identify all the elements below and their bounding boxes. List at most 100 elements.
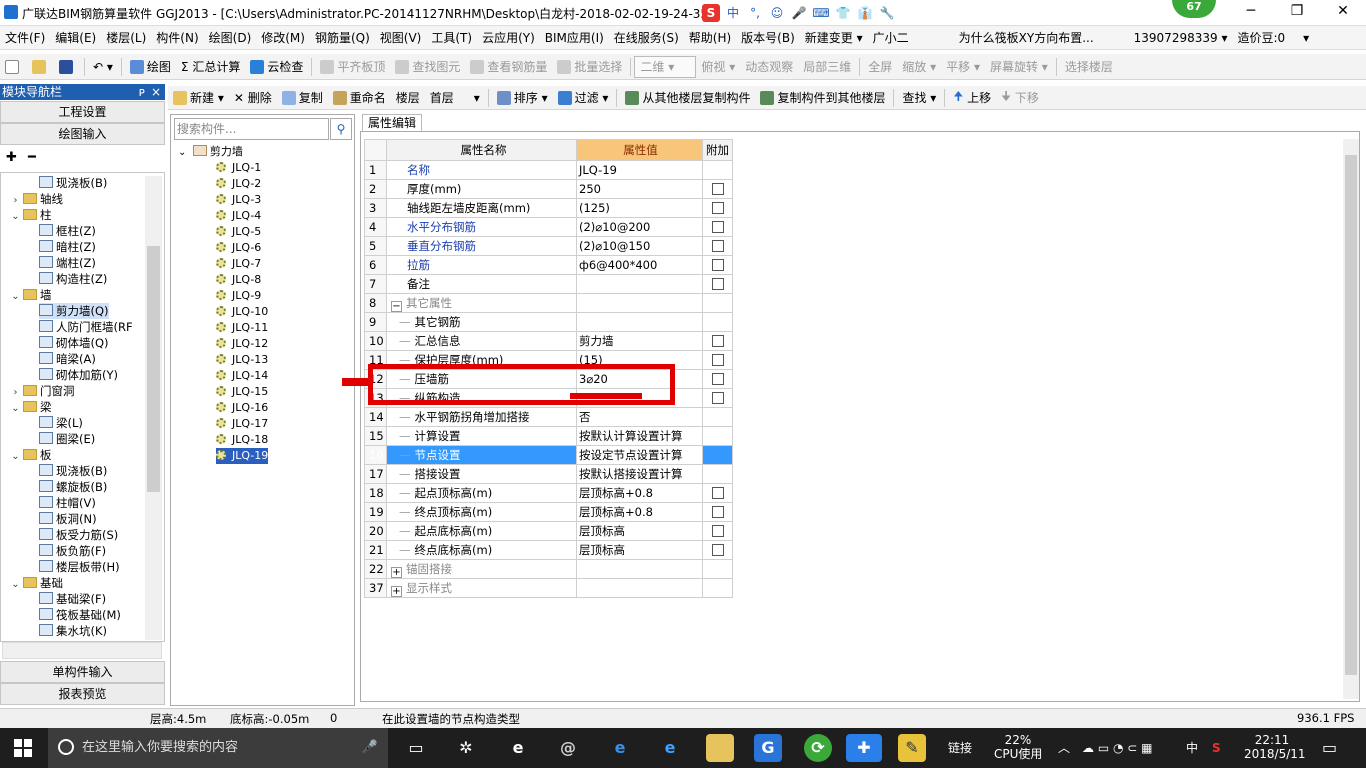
list-item[interactable]: JLQ-10 (216, 304, 268, 320)
new-component-button[interactable]: 新建 ▾ (168, 87, 229, 109)
nav-tree-item[interactable]: ⌄ 柱 (11, 207, 51, 223)
ggj-app-icon[interactable]: ✚ (846, 734, 882, 762)
menu-new-change[interactable]: 新建变更 ▾ (800, 29, 868, 46)
nav-tree-item[interactable]: 板洞(N) (39, 511, 97, 527)
list-item[interactable]: JLQ-18 (216, 432, 268, 448)
nav-tree-item[interactable]: ⌄ 梁 (11, 399, 51, 415)
copy-from-floor-button[interactable]: 从其他楼层复制构件 (620, 87, 755, 109)
menu-cloud[interactable]: 云应用(Y) (477, 29, 540, 46)
fullscreen-button[interactable]: 全屏 (863, 56, 897, 78)
copy-to-floor-button[interactable]: 复制构件到其他楼层 (755, 87, 890, 109)
task-view-icon[interactable]: ▭ (402, 734, 430, 762)
property-value-cell[interactable]: (2)⌀10@200 (576, 217, 703, 237)
property-value-cell[interactable] (576, 312, 703, 332)
list-item[interactable]: JLQ-15 (216, 384, 268, 400)
tray-expand-icon[interactable]: ︿ (1058, 728, 1070, 768)
attach-checkbox[interactable] (711, 240, 724, 252)
ime-tools-icon[interactable]: 🔧 (878, 4, 896, 22)
table-row[interactable]: 14— 水平钢筋拐角增加搭接否 (364, 407, 733, 427)
nav-tree-item[interactable]: 端柱(Z) (39, 255, 96, 271)
drawing-input-button[interactable]: 绘图输入 (0, 123, 165, 145)
edge-icon[interactable]: e (606, 734, 634, 762)
pin-icon[interactable]: ᴘ (139, 84, 145, 100)
property-value-cell[interactable] (576, 274, 703, 294)
ie-icon[interactable]: e (656, 734, 684, 762)
list-item[interactable]: JLQ-1 (216, 160, 261, 176)
nav-tree-item[interactable]: 筏板基础(M) (39, 607, 121, 623)
list-item[interactable]: JLQ-12 (216, 336, 268, 352)
property-value-cell[interactable]: ф6@400*400 (576, 255, 703, 275)
tray-cpu[interactable]: 22% CPU使用 (994, 728, 1042, 768)
menu-assistant[interactable]: 广小二 (868, 29, 914, 46)
list-item[interactable]: JLQ-16 (216, 400, 268, 416)
nav-tree-item[interactable]: 螺旋板(B) (39, 479, 107, 495)
minimize-button[interactable]: ─ (1228, 0, 1274, 24)
menu-tools[interactable]: 工具(T) (426, 29, 477, 46)
tray-sogou-icon[interactable]: S (1212, 728, 1221, 768)
attach-checkbox[interactable] (711, 221, 724, 233)
property-value-cell[interactable]: 250 (576, 179, 703, 199)
nav-tree-item[interactable]: 集水坑(K) (39, 623, 107, 639)
expand-icon[interactable]: + (391, 566, 402, 578)
list-item[interactable]: JLQ-13 (216, 352, 268, 368)
chevron-down-icon[interactable]: ⌄ (11, 404, 20, 414)
table-row[interactable]: 21— 终点底标高(m) 层顶标高 (364, 540, 733, 560)
menu-rebar-qty[interactable]: 钢筋量(Q) (310, 29, 375, 46)
chevron-down-icon[interactable]: ⌄ (11, 212, 20, 222)
tab-property-edit[interactable]: 属性编辑 (362, 114, 422, 132)
table-row[interactable]: 19— 终点顶标高(m) 层顶标高+0.8 (364, 502, 733, 522)
property-value-cell[interactable]: (2)⌀10@150 (576, 236, 703, 256)
cloud-check-button[interactable]: 云检查 (245, 56, 308, 78)
list-item[interactable]: JLQ-9 (216, 288, 261, 304)
list-item[interactable]: JLQ-6 (216, 240, 261, 256)
attach-checkbox[interactable] (711, 202, 724, 214)
nav-tree-scrollbar[interactable] (145, 176, 162, 640)
list-root-item[interactable]: ⌄ 剪力墙 (178, 144, 243, 160)
property-value-cell[interactable]: 层顶标高+0.8 (576, 483, 703, 503)
collapse-icon[interactable]: − (391, 300, 402, 312)
top-view-button[interactable]: 俯视 ▾ (696, 56, 740, 78)
move-up-button[interactable]: 🠉 上移 (948, 87, 996, 109)
list-item[interactable]: JLQ-17 (216, 416, 268, 432)
summary-calc-button[interactable]: Σ 汇总计算 (176, 56, 245, 78)
table-row[interactable]: 37 + 显示样式 (364, 578, 733, 598)
undo-icon[interactable]: ↶ ▾ (88, 56, 118, 78)
attach-checkbox[interactable] (711, 373, 724, 385)
table-row[interactable]: 2 厚度(mm) 250 (364, 179, 733, 199)
property-value-cell[interactable]: 否 (576, 407, 703, 427)
ie-old-icon[interactable]: e (504, 734, 532, 762)
menu-edit[interactable]: 编辑(E) (50, 29, 101, 46)
ime-voice-icon[interactable]: 🎤 (790, 4, 808, 22)
table-row[interactable]: 15— 计算设置 按默认计算设置计算 (364, 426, 733, 446)
property-value-cell[interactable]: 剪力墙 (576, 331, 703, 351)
view-rebar-qty-button[interactable]: 查看钢筋量 (465, 56, 552, 78)
list-item[interactable]: JLQ-7 (216, 256, 261, 272)
menu-more[interactable]: ▾ (1298, 31, 1314, 45)
table-row[interactable]: 16— 节点设置 按设定节点设置计算 (364, 445, 733, 465)
menu-question-link[interactable]: 为什么筏板XY方向布置... (954, 29, 1099, 46)
nav-tree-item[interactable]: 板受力筋(S) (39, 527, 118, 543)
attach-checkbox[interactable] (711, 487, 724, 499)
chevron-right-icon[interactable]: › (11, 388, 20, 398)
property-value-cell[interactable]: 层顶标高+0.8 (576, 502, 703, 522)
save-icon[interactable] (54, 56, 81, 78)
filter-button[interactable]: 过滤 ▾ (553, 87, 614, 109)
nav-tree-item[interactable]: 框柱(Z) (39, 223, 96, 239)
single-component-input-button[interactable]: 单构件输入 (0, 661, 165, 683)
ime-shirt-icon[interactable]: 👔 (856, 4, 874, 22)
nav-tree-item[interactable]: 人防门框墙(RF (39, 319, 133, 335)
chevron-down-icon[interactable]: ⌄ (11, 292, 20, 302)
table-row[interactable]: 7 备注 (364, 274, 733, 294)
delete-button[interactable]: ✕ 删除 (229, 87, 277, 109)
property-value-cell[interactable]: 按默认计算设置计算 (576, 426, 703, 446)
nav-tree-item[interactable]: 砌体墙(Q) (39, 335, 109, 351)
ime-chinese-icon[interactable]: 中 (724, 4, 742, 22)
table-row[interactable]: 4 水平分布钢筋 (2)⌀10@200 (364, 217, 733, 237)
property-value-cell[interactable] (576, 578, 703, 598)
floor-select[interactable]: 首层 ▾ (425, 87, 485, 109)
windows-start-icon[interactable] (14, 739, 32, 757)
microphone-icon[interactable]: 🎤 (362, 728, 378, 768)
list-item[interactable]: JLQ-19 (216, 448, 269, 464)
component-search-input[interactable]: 搜索构件... (174, 118, 329, 140)
pan-button[interactable]: 平移 ▾ (941, 56, 985, 78)
